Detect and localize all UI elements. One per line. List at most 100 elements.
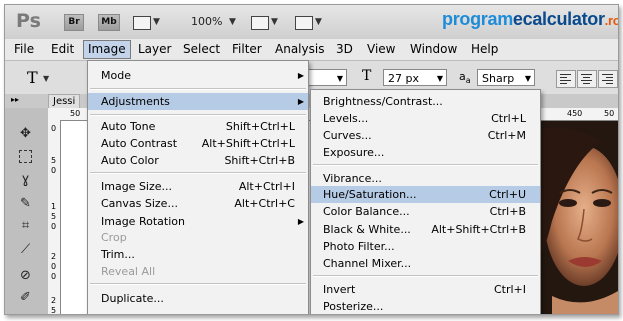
collapse-panel-icon[interactable]: ▸▸	[11, 95, 19, 104]
adjustments-item-black-white[interactable]: Black & White... Alt+Shift+Ctrl+B	[311, 221, 540, 238]
menu-item-label: Duplicate...	[101, 292, 164, 305]
brand-part-1: program	[442, 9, 513, 29]
submenu-arrow-icon: ▶	[297, 217, 304, 226]
image-menu: Mode ▶ Adjustments ▶ Auto Tone Shift+Ctrl+L…	[87, 60, 309, 314]
ruler-label: 2	[51, 296, 57, 305]
image-menu-item-mode[interactable]: Mode ▶	[88, 67, 308, 84]
adjustments-item-posterize[interactable]: Posterize...	[311, 298, 540, 314]
menu-item-shortcut: Ctrl+L	[491, 112, 526, 125]
image-menu-item-adjustments[interactable]: Adjustments ▶	[88, 93, 308, 110]
image-menu-item-trim[interactable]: Trim...	[88, 246, 308, 263]
anti-alias-select[interactable]: Sharp ▼	[477, 69, 535, 86]
image-menu-item-image-rotation[interactable]: Image Rotation ▶	[88, 213, 308, 230]
menu-layer[interactable]: Layer	[138, 42, 171, 57]
adjustments-item-hue-saturation[interactable]: Hue/Saturation... Ctrl+U	[311, 186, 540, 203]
ruler-label: 5	[51, 212, 57, 221]
brush-tool-icon[interactable]: ✐	[17, 290, 34, 305]
menu-item-label: Adjustments	[101, 95, 170, 108]
font-size-icon: T	[362, 68, 372, 84]
adjustments-item-brightness-contrast[interactable]: Brightness/Contrast...	[311, 93, 540, 110]
portrait-photo	[532, 121, 618, 314]
photoshop-window: Ps Br Mb ▼ 100% ▼ ▼ ▼ programecalculator…	[4, 4, 619, 315]
image-menu-item-auto-color[interactable]: Auto Color Shift+Ctrl+B	[88, 152, 308, 169]
ruler-label: 5	[51, 156, 57, 165]
align-left-button[interactable]	[556, 70, 576, 88]
menu-item-label: Levels...	[323, 112, 369, 125]
adjustments-item-color-balance[interactable]: Color Balance... Ctrl+B	[311, 203, 540, 220]
menu-view[interactable]: View	[367, 42, 395, 57]
zoom-level[interactable]: 100%	[191, 15, 222, 28]
align-center-button[interactable]	[577, 70, 597, 88]
align-right-button[interactable]	[598, 70, 618, 88]
menu-item-shortcut: Ctrl+B	[489, 205, 526, 218]
menu-item-label: Invert	[323, 283, 356, 296]
image-menu-item-auto-tone[interactable]: Auto Tone Shift+Ctrl+L	[88, 118, 308, 135]
menu-item-shortcut: Alt+Shift+Ctrl+L	[201, 137, 295, 150]
mini-bridge-button[interactable]: Mb	[98, 14, 120, 31]
menu-help[interactable]: Help	[471, 42, 498, 57]
adjustments-item-exposure[interactable]: Exposure...	[311, 144, 540, 161]
menu-analysis[interactable]: Analysis	[275, 42, 324, 57]
chevron-down-icon[interactable]: ▼	[271, 17, 278, 27]
font-size-select[interactable]: 27 px ▼	[383, 69, 447, 86]
adjustments-item-invert[interactable]: Invert Ctrl+I	[311, 281, 540, 298]
anti-alias-value: Sharp	[482, 72, 515, 85]
lasso-tool-icon[interactable]: ɣ	[17, 172, 34, 187]
anti-alias-icon-letter: a	[459, 70, 466, 83]
image-menu-item-crop: Crop	[88, 229, 308, 246]
chevron-down-icon[interactable]: ▼	[315, 17, 322, 27]
chevron-down-icon[interactable]: ▼	[153, 17, 160, 27]
vertical-ruler: 0 5 0 1 5 0 2 0 0 2 5	[48, 120, 61, 314]
menu-item-label: Black & White...	[323, 223, 411, 236]
adjustments-item-curves[interactable]: Curves... Ctrl+M	[311, 127, 540, 144]
eyedropper-tool-icon[interactable]: ⟋	[17, 242, 34, 257]
image-menu-item-auto-contrast[interactable]: Auto Contrast Alt+Shift+Ctrl+L	[88, 135, 308, 152]
menu-filter[interactable]: Filter	[232, 42, 262, 57]
menu-item-label: Hue/Saturation...	[323, 188, 417, 201]
chevron-down-icon[interactable]: ▼	[43, 74, 49, 83]
adjustments-item-levels[interactable]: Levels... Ctrl+L	[311, 110, 540, 127]
image-menu-item-duplicate[interactable]: Duplicate...	[88, 290, 308, 307]
ruler-label: 0	[51, 272, 57, 281]
image-menu-item-image-size[interactable]: Image Size... Alt+Ctrl+I	[88, 178, 308, 195]
menu-item-label: Image Rotation	[101, 215, 185, 228]
menu-3d[interactable]: 3D	[336, 42, 353, 57]
menu-separator	[313, 275, 538, 277]
menu-item-shortcut: Alt+Ctrl+C	[234, 197, 295, 210]
image-menu-item-reveal-all: Reveal All	[88, 263, 308, 280]
menu-item-label: Reveal All	[101, 265, 156, 278]
menu-file[interactable]: File	[14, 42, 34, 57]
image-menu-item-canvas-size[interactable]: Canvas Size... Alt+Ctrl+C	[88, 195, 308, 212]
ruler-label: 0	[51, 262, 57, 271]
adjustments-item-vibrance[interactable]: Vibrance...	[311, 170, 540, 187]
menu-select[interactable]: Select	[183, 42, 220, 57]
marquee-tool-icon[interactable]	[19, 150, 32, 163]
application-bar: Ps Br Mb ▼ 100% ▼ ▼ ▼ programecalculator…	[5, 5, 618, 39]
chevron-down-icon[interactable]: ▼	[229, 17, 236, 27]
menu-item-shortcut: Alt+Ctrl+I	[238, 180, 295, 193]
menu-item-shortcut: Alt+Shift+Ctrl+B	[431, 223, 526, 236]
arrange-documents-icon[interactable]	[251, 16, 269, 30]
anti-alias-icon-sub: a	[465, 76, 471, 86]
view-extras-icon[interactable]	[133, 16, 151, 30]
type-tool-icon[interactable]: T	[27, 68, 38, 87]
quick-selection-tool-icon[interactable]: ✎	[17, 196, 34, 211]
submenu-arrow-icon: ▶	[297, 71, 304, 80]
menu-item-label: Curves...	[323, 129, 372, 142]
menu-window[interactable]: Window	[410, 42, 457, 57]
screen-mode-icon[interactable]	[295, 16, 313, 30]
menu-item-label: Channel Mixer...	[323, 257, 412, 270]
bridge-button[interactable]: Br	[64, 14, 84, 31]
healing-brush-tool-icon[interactable]: ⊘	[17, 268, 34, 283]
move-tool-icon[interactable]: ✥	[17, 126, 34, 141]
crop-tool-icon[interactable]: ⌗	[17, 218, 34, 233]
menu-image[interactable]: Image	[83, 40, 131, 59]
menu-edit[interactable]: Edit	[51, 42, 74, 57]
photoshop-logo: Ps	[16, 10, 41, 32]
menu-item-label: Mode	[101, 69, 131, 82]
font-style-select[interactable]: ▼	[303, 69, 347, 86]
brand-part-2: ecalculator	[512, 9, 605, 29]
adjustments-item-channel-mixer[interactable]: Channel Mixer...	[311, 255, 540, 272]
menu-item-label: Image Size...	[101, 180, 173, 193]
adjustments-item-photo-filter[interactable]: Photo Filter...	[311, 238, 540, 255]
